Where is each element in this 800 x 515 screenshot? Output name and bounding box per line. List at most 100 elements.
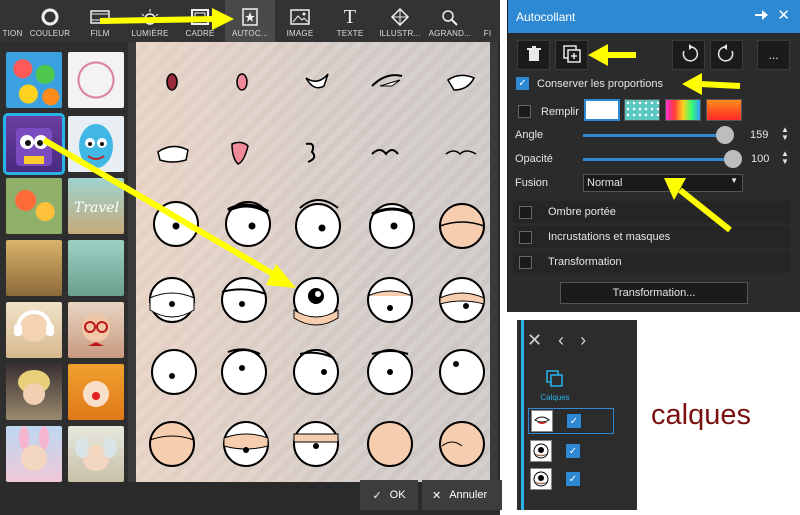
delete-button[interactable] — [517, 40, 550, 70]
toolbar-label: LUMIÈRE — [131, 29, 169, 38]
fill-swatch-rainbow[interactable] — [665, 99, 701, 121]
toolbar-item-film[interactable]: FILM — [75, 0, 125, 42]
angle-stepper[interactable]: ▲ ▼ — [781, 126, 789, 142]
thumbnail-giraffe[interactable] — [6, 240, 62, 296]
angle-value[interactable]: 159 — [750, 129, 768, 141]
overlays-masks-section[interactable]: Incrustations et masques — [513, 226, 790, 248]
rotate-right-button[interactable] — [710, 40, 743, 70]
opacity-label: Opacité — [515, 153, 553, 165]
thumbnail-cartoon-face[interactable] — [3, 113, 65, 175]
toolbar-label: TEXTE — [336, 29, 364, 38]
thumbnail-scrollbar[interactable] — [128, 42, 136, 482]
toolbar-item-cadre[interactable]: CADRE — [175, 0, 225, 42]
shapes-icon — [389, 8, 411, 26]
layer-thumbnail — [531, 410, 553, 432]
pin-icon[interactable] — [754, 8, 770, 25]
check-icon: ✓ — [372, 489, 382, 502]
overlays-masks-checkbox[interactable] — [519, 230, 532, 244]
toolbar-item-autocollant[interactable]: AUTOC... — [225, 0, 275, 42]
chevron-right-icon[interactable]: › — [580, 330, 586, 351]
blend-mode-value: Normal — [587, 177, 623, 189]
transformation-checkbox[interactable] — [519, 255, 532, 269]
toolbar-item-lumiere[interactable]: LUMIÈRE — [125, 0, 175, 42]
toolbar-label: FILM — [90, 29, 110, 38]
drop-shadow-section[interactable]: Ombre portée — [513, 201, 790, 223]
thumbnail-clown[interactable] — [68, 364, 124, 420]
transformation-section[interactable]: Transformation — [513, 251, 790, 273]
close-icon: ✕ — [432, 489, 442, 502]
layer-visibility-checkbox[interactable]: ✓ — [566, 444, 580, 458]
layer-thumbnail — [530, 440, 552, 462]
thumbnail-travel[interactable]: Travel — [68, 178, 124, 234]
circle-icon — [39, 8, 61, 26]
thumbnail-balloons[interactable] — [6, 52, 62, 108]
angle-slider-track[interactable] — [583, 134, 726, 137]
rotate-left-icon — [679, 43, 699, 67]
top-toolbar: TION COULEUR FILM LUMIÈRE CADRE AUTOC...… — [0, 0, 500, 42]
sun-icon — [139, 8, 161, 26]
transformation-button[interactable]: Transformation... — [560, 282, 748, 304]
layer-visibility-checkbox[interactable]: ✓ — [567, 414, 581, 428]
blend-mode-select[interactable]: Normal ▼ — [583, 174, 743, 192]
section-label: Incrustations et masques — [548, 231, 671, 243]
thumbnail-doodle-frame[interactable] — [68, 52, 124, 108]
keep-proportions-checkbox[interactable]: ✓ — [516, 77, 529, 90]
panel-title: Autocollant — [516, 9, 576, 24]
gallery-scrollbar[interactable] — [490, 42, 498, 482]
layer-visibility-checkbox[interactable]: ✓ — [566, 472, 580, 486]
zoom-icon — [439, 8, 461, 26]
calques-annotation: calques — [651, 399, 751, 431]
duplicate-button[interactable] — [555, 40, 588, 70]
thumbnail-flowers[interactable] — [6, 178, 62, 234]
toolbar-item-partial-left[interactable]: TION — [0, 0, 25, 42]
layer-row[interactable]: ✓ — [528, 408, 614, 434]
toolbar-item-couleur[interactable]: COULEUR — [25, 0, 75, 42]
thumbnail-bee-baby[interactable] — [68, 426, 124, 482]
thumbnail-blue-egg[interactable] — [68, 116, 124, 172]
cancel-label: Annuler — [449, 489, 488, 501]
layers-panel: ✕ ‹ › Calques ✓ ✓ ✓ — [517, 320, 637, 510]
layers-icon — [546, 370, 564, 390]
editor-area: TION COULEUR FILM LUMIÈRE CADRE AUTOC...… — [0, 0, 500, 515]
fill-row[interactable]: Remplir — [518, 105, 579, 118]
toolbar-item-image[interactable]: IMAGE — [275, 0, 325, 42]
thumbnail-bunny-kid[interactable] — [6, 426, 62, 482]
thumbnail-blonde-woman[interactable] — [6, 364, 62, 420]
drop-shadow-checkbox[interactable] — [519, 205, 532, 219]
tab-layers[interactable]: Calques — [535, 370, 575, 402]
fill-checkbox[interactable] — [518, 105, 531, 118]
layers-accent-stripe — [521, 320, 524, 510]
toolbar-item-texte[interactable]: T TEXTE — [325, 0, 375, 42]
angle-label: Angle — [515, 129, 544, 141]
keep-proportions-row[interactable]: ✓ Conserver les proportions — [516, 77, 663, 90]
toolbar-label: ILLUSTR... — [379, 29, 421, 38]
opacity-stepper[interactable]: ▲ ▼ — [781, 150, 789, 166]
rotate-left-button[interactable] — [672, 40, 705, 70]
cancel-button[interactable]: ✕ Annuler — [422, 480, 502, 510]
opacity-value[interactable]: 100 — [751, 153, 769, 165]
thumbnail-vintage-car[interactable] — [68, 240, 124, 296]
toolbar-item-partial-right[interactable]: FI — [475, 0, 500, 42]
chevron-left-icon[interactable]: ‹ — [558, 330, 564, 351]
layer-row[interactable]: ✓ — [528, 438, 614, 464]
fill-swatch-gradient[interactable] — [706, 99, 742, 121]
opacity-slider-track[interactable] — [583, 158, 726, 161]
opacity-slider-knob[interactable] — [724, 150, 742, 168]
section-label: Transformation — [548, 256, 622, 268]
angle-slider-knob[interactable] — [716, 126, 734, 144]
toolbar-item-agrandir[interactable]: AGRAND... — [425, 0, 475, 42]
close-icon[interactable]: ✕ — [527, 330, 542, 351]
eye-stickers-grid[interactable] — [136, 42, 498, 482]
fill-swatch-pattern[interactable] — [624, 99, 660, 121]
more-button[interactable]: ... — [757, 40, 790, 70]
close-icon[interactable]: ✕ — [777, 6, 790, 24]
layer-row[interactable]: ✓ — [528, 466, 614, 492]
thumbnail-glasses-kid[interactable] — [68, 302, 124, 358]
toolbar-item-illustration[interactable]: ILLUSTR... — [375, 0, 425, 42]
film-icon — [89, 8, 111, 26]
ok-button[interactable]: ✓ OK — [360, 480, 418, 510]
add-layer-icon — [562, 44, 581, 66]
fill-swatch-white[interactable] — [584, 99, 620, 121]
thumbnail-headphones-kid[interactable] — [6, 302, 62, 358]
toolbar-label: AGRAND... — [428, 29, 472, 38]
